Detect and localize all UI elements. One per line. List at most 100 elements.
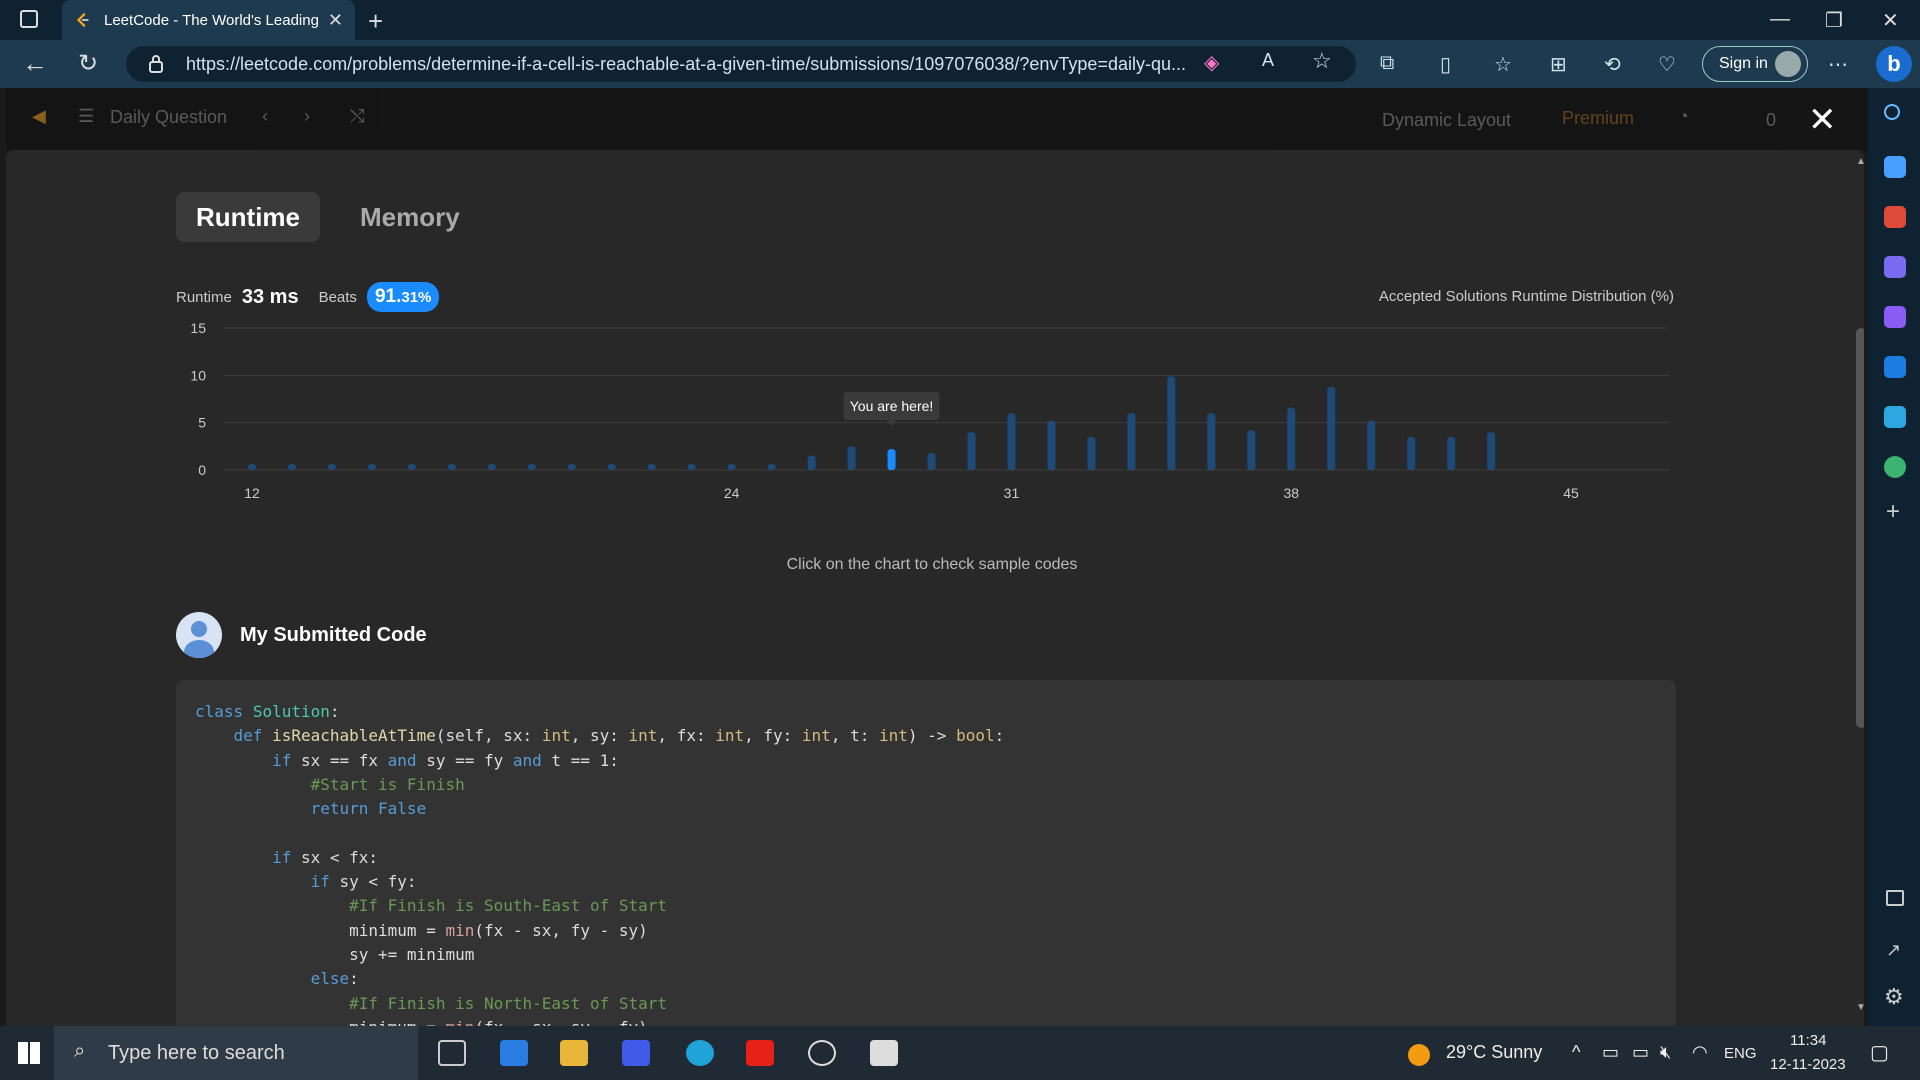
tab-runtime[interactable]: Runtime <box>176 192 320 242</box>
timer-icon[interactable]: ◔ <box>1678 106 1689 127</box>
add-sidebar-icon[interactable]: + <box>1886 498 1900 526</box>
chart-bar[interactable] <box>967 432 976 470</box>
mail-icon[interactable] <box>500 1040 528 1066</box>
search-icon[interactable] <box>1884 104 1900 120</box>
scroll-up-icon[interactable]: ▲ <box>1856 156 1864 167</box>
code-block[interactable]: class Solution: def isReachableAtTime(se… <box>176 680 1676 1026</box>
chart-bar[interactable] <box>687 464 696 470</box>
volume-mute-icon[interactable]: 🔇︎ <box>1660 1042 1671 1063</box>
edge-icon[interactable] <box>686 1040 714 1066</box>
chart-bar[interactable] <box>1047 420 1056 470</box>
chart-bar[interactable] <box>327 464 336 470</box>
external-link-icon[interactable]: ↗ <box>1886 940 1901 961</box>
read-aloud-icon[interactable]: A <box>1262 50 1274 71</box>
language-indicator[interactable]: ENG <box>1724 1045 1757 1062</box>
notifications-icon[interactable]: ▢ <box>1870 1040 1889 1065</box>
microsoft365-icon[interactable] <box>1884 306 1906 328</box>
more-icon[interactable]: ⋯ <box>1828 52 1848 77</box>
tree-icon[interactable] <box>1884 456 1906 478</box>
chart-bar[interactable] <box>1327 386 1336 470</box>
tray-chevron-icon[interactable]: ^ <box>1572 1042 1580 1063</box>
url-field[interactable]: https://leetcode.com/problems/determine-… <box>126 46 1356 82</box>
chart-bar[interactable] <box>1287 407 1296 470</box>
dynamic-layout-button[interactable]: Dynamic Layout <box>1382 110 1511 131</box>
modal-scrollbar[interactable] <box>1856 328 1864 728</box>
chart-bar[interactable] <box>407 464 416 470</box>
chart-bar[interactable] <box>807 455 816 470</box>
premium-link[interactable]: Premium <box>1562 108 1634 129</box>
chart-bar[interactable] <box>1447 436 1456 470</box>
prev-icon[interactable]: ‹ <box>262 106 268 127</box>
chart-bar[interactable] <box>287 464 296 470</box>
chart-bar[interactable] <box>767 464 776 470</box>
highlighted-bar[interactable] <box>887 449 896 470</box>
tab-actions-icon[interactable] <box>20 10 38 28</box>
settings-gear-icon[interactable]: ⚙ <box>1884 984 1904 1010</box>
restore-icon[interactable]: ❐ <box>1825 8 1843 33</box>
extensions-icon[interactable]: ⧉ <box>1380 52 1394 75</box>
chart-bar[interactable] <box>1007 413 1016 470</box>
favorites-icon[interactable]: ☆ <box>1494 52 1512 77</box>
chart-bar[interactable] <box>1207 413 1216 470</box>
outlook-icon[interactable] <box>1884 356 1906 378</box>
chart-bar[interactable] <box>527 464 536 470</box>
refresh-icon[interactable]: ↻ <box>78 49 98 78</box>
back-icon[interactable]: ← <box>22 48 48 79</box>
chart-bar[interactable] <box>1127 413 1136 470</box>
clock-time[interactable]: 11:34 <box>1790 1032 1826 1049</box>
chart-bar[interactable] <box>847 446 856 470</box>
chart-bar[interactable] <box>727 464 736 470</box>
chart-bar[interactable] <box>1367 420 1376 470</box>
tracking-icon[interactable]: ◈ <box>1204 50 1219 75</box>
chart-bar[interactable] <box>367 464 376 470</box>
chart-bar[interactable] <box>487 464 496 470</box>
favorite-star-icon[interactable]: ☆ <box>1312 48 1332 74</box>
taskbar-search[interactable]: ⌕ Type here to search <box>54 1026 418 1080</box>
close-window-icon[interactable]: ✕ <box>1882 8 1899 33</box>
collections-icon[interactable]: ⊞ <box>1550 52 1567 77</box>
split-screen-icon[interactable]: ▯ <box>1440 52 1451 77</box>
chart-bar[interactable] <box>567 464 576 470</box>
new-tab-icon[interactable]: + <box>368 6 383 37</box>
chart-bar[interactable] <box>1247 430 1256 470</box>
tray-device-icon[interactable]: ▭ <box>1602 1042 1619 1063</box>
weather-sun-icon[interactable] <box>1408 1044 1430 1066</box>
shuffle-icon[interactable]: ⤭ <box>350 106 364 127</box>
chart-bar[interactable] <box>927 452 936 470</box>
history-icon[interactable]: ⟲ <box>1604 52 1621 77</box>
writer-app-icon[interactable] <box>622 1040 650 1066</box>
wifi-icon[interactable]: ◠ <box>1692 1042 1708 1063</box>
telegram-icon[interactable] <box>1884 406 1906 428</box>
sidebar-panel-icon[interactable] <box>1886 890 1904 906</box>
chart-bar[interactable] <box>1407 436 1416 470</box>
chart-bar[interactable] <box>1087 436 1096 470</box>
leetcode-logo-icon[interactable]: ◀ <box>32 106 46 127</box>
shopping-icon[interactable] <box>1884 156 1906 178</box>
youtube-icon[interactable] <box>746 1040 774 1066</box>
tab-memory[interactable]: Memory <box>340 192 480 242</box>
runtime-distribution-chart[interactable]: 0 5 10 15 12 24 31 38 45 You are here! <box>176 320 1676 520</box>
browser-tab[interactable]: LeetCode - The World's Leading ✕ <box>62 0 355 40</box>
file-explorer-icon[interactable] <box>560 1040 588 1066</box>
weather-text[interactable]: 29°C Sunny <box>1446 1042 1542 1063</box>
chart-bar[interactable] <box>1167 376 1176 470</box>
signin-button[interactable]: Sign in <box>1702 46 1808 82</box>
minimize-icon[interactable]: — <box>1770 8 1790 31</box>
task-view-icon[interactable] <box>438 1040 466 1066</box>
clock-date[interactable]: 12-11-2023 <box>1770 1056 1846 1073</box>
next-icon[interactable]: › <box>304 106 310 127</box>
close-tab-icon[interactable]: ✕ <box>328 10 343 31</box>
chart-bar[interactable] <box>647 464 656 470</box>
chart-bar[interactable] <box>607 464 616 470</box>
daily-question-link[interactable]: Daily Question <box>110 107 227 128</box>
battery-icon[interactable]: ▭ <box>1632 1042 1649 1063</box>
chart-bar[interactable] <box>248 464 256 470</box>
chart-bar[interactable] <box>447 464 456 470</box>
windows-start-icon[interactable] <box>18 1042 40 1064</box>
list-icon[interactable]: ☰ <box>78 106 94 127</box>
media-player-icon[interactable] <box>808 1040 836 1066</box>
store-icon[interactable] <box>870 1040 898 1066</box>
copilot-icon[interactable]: b <box>1876 46 1912 82</box>
tools-icon[interactable] <box>1884 206 1906 228</box>
scroll-down-icon[interactable]: ▼ <box>1856 1002 1864 1013</box>
